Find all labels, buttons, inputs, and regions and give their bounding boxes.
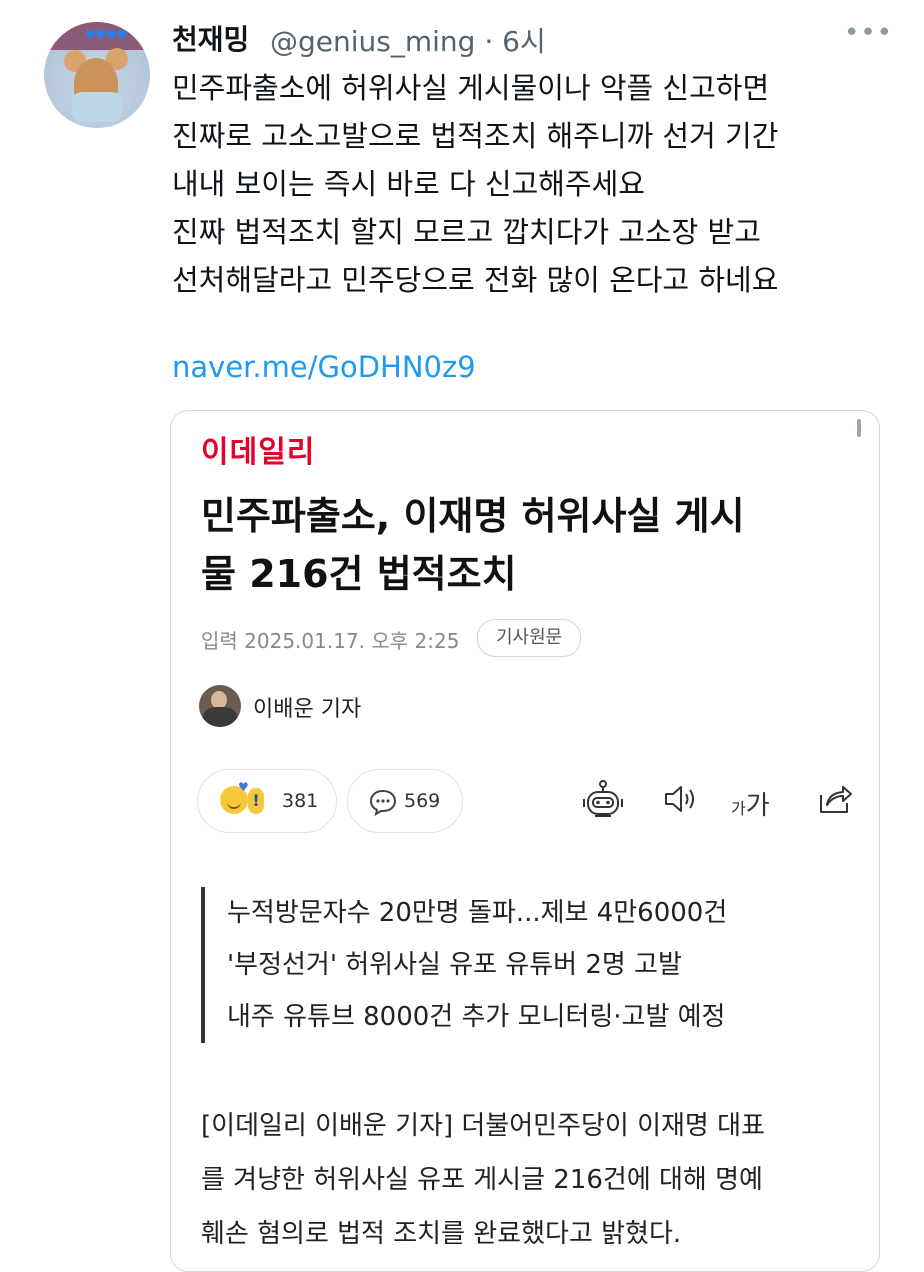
tweet-text-line: 진짜로 고소고발으로 법적조치 해주니까 선거 기간 bbox=[172, 119, 779, 153]
article-headline: 민주파출소, 이재명 허위사실 게시 물 216건 법적조치 bbox=[201, 487, 851, 603]
exclamation-emoji-icon: ! bbox=[248, 788, 264, 814]
comments-count: 569 bbox=[404, 790, 441, 812]
ai-summary-robot-icon[interactable] bbox=[581, 779, 625, 823]
headline-line: 민주파출소, 이재명 허위사실 게시 bbox=[201, 494, 745, 538]
font-size-large-label: 가 bbox=[745, 791, 770, 821]
summary-line: 내주 유튜브 8000건 추가 모니터링·고발 예정 bbox=[227, 1002, 726, 1032]
body-line: 훼손 혐의로 법적 조치를 완료했다고 밝혔다. bbox=[201, 1219, 682, 1249]
reporter-name[interactable]: 이배운 기자 bbox=[253, 691, 361, 723]
outlet-logo: 이데일리 bbox=[201, 435, 316, 470]
tweet-text-line: 진짜 법적조치 할지 모르고 깝치다가 고소장 받고 bbox=[172, 215, 761, 249]
more-options-icon[interactable]: ••• bbox=[844, 18, 893, 48]
speaker-icon[interactable] bbox=[661, 779, 701, 819]
article-summary: 누적방문자수 20만명 돌파...제보 4만6000건 '부정선거' 허위사실 … bbox=[201, 887, 877, 1043]
original-article-button[interactable]: 기사원문 bbox=[477, 619, 582, 657]
heart-icon: ♥ bbox=[238, 780, 249, 794]
avatar-character-shirt bbox=[72, 92, 122, 122]
profile-avatar[interactable]: ♥♥♥♥ bbox=[44, 22, 150, 128]
reactions-button[interactable]: ♥ ! 381 bbox=[197, 769, 337, 833]
article-date: 입력 2025.01.17. 오후 2:25 bbox=[201, 629, 460, 653]
share-icon[interactable] bbox=[815, 779, 855, 819]
tweet-text-line: 민주파출소에 허위사실 게시물이나 악플 신고하면 bbox=[172, 71, 770, 105]
summary-line: '부정선거' 허위사실 유포 유튜버 2명 고발 bbox=[227, 950, 682, 980]
reactions-count: 381 bbox=[282, 790, 319, 812]
scroll-indicator bbox=[857, 419, 861, 437]
hearts-icon: ♥♥♥♥ bbox=[84, 28, 128, 44]
tweet-text-line: 내내 보이는 즉시 바로 다 신고해주세요 bbox=[172, 167, 645, 201]
reporter-avatar bbox=[199, 685, 241, 727]
comment-icon bbox=[369, 789, 397, 816]
article-preview-card[interactable]: 이데일리 민주파출소, 이재명 허위사실 게시 물 216건 법적조치 입력 2… bbox=[170, 410, 880, 1272]
font-size-icon[interactable]: 가가 bbox=[731, 785, 770, 822]
display-name[interactable]: 천재밍 bbox=[172, 18, 249, 58]
article-body: [이데일리 이배운 기자] 더불어민주당이 이재명 대표 를 겨냥한 허위사실 … bbox=[201, 1099, 861, 1261]
tweet-text-line: 선처해달라고 민주당으로 전화 많이 온다고 하네요 bbox=[172, 263, 779, 297]
body-line: 를 겨냥한 허위사실 유포 게시글 216건에 대해 명예 bbox=[201, 1165, 763, 1195]
handle-and-time[interactable]: @genius_ming · 6시 bbox=[270, 20, 546, 60]
headline-line: 물 216건 법적조치 bbox=[201, 552, 517, 596]
body-line: [이데일리 이배운 기자] 더불어민주당이 이재명 대표 bbox=[201, 1111, 765, 1141]
tweet-text: 민주파출소에 허위사실 게시물이나 악플 신고하면 진짜로 고소고발으로 법적조… bbox=[172, 64, 892, 304]
summary-line: 누적방문자수 20만명 돌파...제보 4만6000건 bbox=[227, 898, 728, 928]
tweet-link[interactable]: naver.me/GoDHN0z9 bbox=[172, 350, 476, 384]
comments-button[interactable]: 569 bbox=[347, 769, 463, 833]
font-size-small-label: 가 bbox=[731, 799, 746, 818]
reporter-shirt bbox=[203, 707, 237, 727]
